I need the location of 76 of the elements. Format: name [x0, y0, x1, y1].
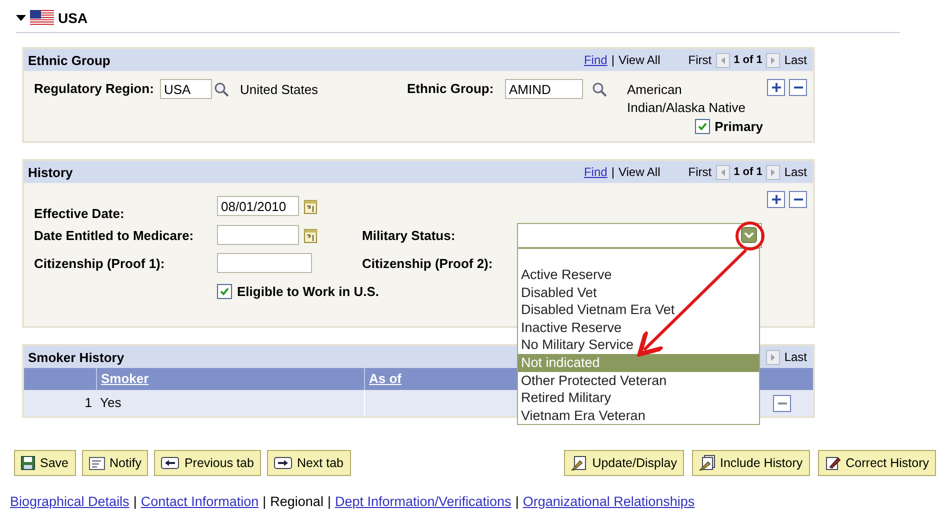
checkbox[interactable]: [217, 284, 232, 298]
highlight-circle: [736, 222, 764, 250]
document-pen-icon: [824, 455, 841, 471]
link-separator: |: [515, 494, 519, 509]
checkmark-icon: [696, 121, 708, 132]
date-field[interactable]: 08/01/2010: [217, 196, 299, 216]
dropdown-field[interactable]: [517, 222, 762, 248]
view-all-link[interactable]: View All: [618, 165, 660, 179]
add-row-button[interactable]: [767, 79, 785, 96]
field-label: Date Entitled to Medicare:: [34, 228, 195, 242]
field-label: Citizenship (Proof 2):: [362, 256, 494, 270]
page-link[interactable]: Contact Information: [140, 494, 259, 509]
toolbar-button[interactable]: Previous tab: [154, 450, 261, 476]
table-cell-text: Yes: [99, 394, 122, 412]
collapse-triangle-icon[interactable]: [16, 14, 26, 22]
first-link[interactable]: First: [688, 53, 712, 67]
nav-separator: |: [611, 53, 614, 67]
last-link[interactable]: Last: [784, 53, 807, 67]
find-link[interactable]: Find: [584, 53, 608, 67]
first-link[interactable]: First: [688, 165, 712, 179]
flag-icon: [30, 10, 54, 26]
last-link[interactable]: Last: [784, 165, 807, 179]
last-link[interactable]: Last: [784, 350, 807, 364]
page-link[interactable]: Dept Information/Verifications: [334, 494, 512, 509]
page-link[interactable]: Organizational Relationships: [522, 494, 695, 509]
input-field[interactable]: AMIND: [505, 79, 583, 99]
page-link[interactable]: Biographical Details: [10, 494, 130, 509]
toolbar-button[interactable]: Correct History: [818, 450, 936, 476]
delete-row-button[interactable]: [773, 394, 791, 412]
field-label: Ethnic Group:: [407, 80, 495, 98]
checkbox-label: Eligible to Work in U.S.: [237, 284, 380, 298]
row-count: 1 of 1: [734, 54, 762, 66]
plus-icon: [770, 82, 782, 93]
toolbar-button[interactable]: Include History: [692, 450, 810, 476]
documents-pencil-icon: [698, 455, 715, 471]
field-label: Effective Date:: [34, 206, 126, 221]
find-link[interactable]: Find: [584, 165, 608, 179]
panel-title: History: [28, 164, 73, 180]
toolbar-button[interactable]: Notify: [82, 450, 148, 476]
nav-separator: |: [611, 165, 614, 179]
delete-row-button[interactable]: [789, 191, 807, 208]
field-label: Military Status:: [362, 228, 456, 242]
document-pencil-icon: [571, 455, 588, 471]
search-icon[interactable]: [592, 82, 607, 96]
add-row-button[interactable]: [767, 191, 785, 208]
row-count: 1 of 1: [734, 166, 762, 178]
toolbar-button[interactable]: Save: [14, 450, 76, 476]
delete-row-button[interactable]: [789, 79, 807, 96]
link-separator: |: [262, 494, 266, 509]
input-field[interactable]: [217, 253, 312, 273]
field-description: United States: [240, 81, 320, 99]
calendar-icon[interactable]: [304, 198, 317, 214]
field-description: American Indian/Alaska Native: [627, 81, 747, 117]
panel-title: Ethnic Group: [28, 52, 110, 68]
section-title: USA: [58, 10, 88, 26]
toolbar-button[interactable]: Next tab: [266, 450, 350, 476]
checkbox-label: Primary: [714, 119, 763, 134]
link-separator: |: [133, 494, 137, 509]
row-number: 1: [84, 394, 93, 412]
checkmark-icon: [219, 286, 230, 296]
plus-icon: [770, 194, 782, 205]
calendar-icon[interactable]: [304, 228, 317, 242]
search-icon[interactable]: [214, 82, 229, 96]
view-all-link[interactable]: View All: [618, 53, 660, 67]
note-icon: [88, 456, 104, 470]
checkbox[interactable]: [694, 119, 710, 134]
dropdown-button[interactable]: [741, 227, 757, 243]
date-field[interactable]: [217, 225, 299, 245]
link-separator: |: [327, 494, 331, 509]
input-field[interactable]: USA: [160, 79, 212, 99]
field-label: Regulatory Region:: [34, 80, 155, 98]
chevron-down-icon: [744, 232, 754, 238]
field-label: Citizenship (Proof 1):: [34, 256, 166, 270]
toolbar-button[interactable]: Update/Display: [564, 450, 684, 476]
panel-title: Smoker History: [28, 350, 124, 364]
current-page-label: Regional: [270, 494, 324, 509]
